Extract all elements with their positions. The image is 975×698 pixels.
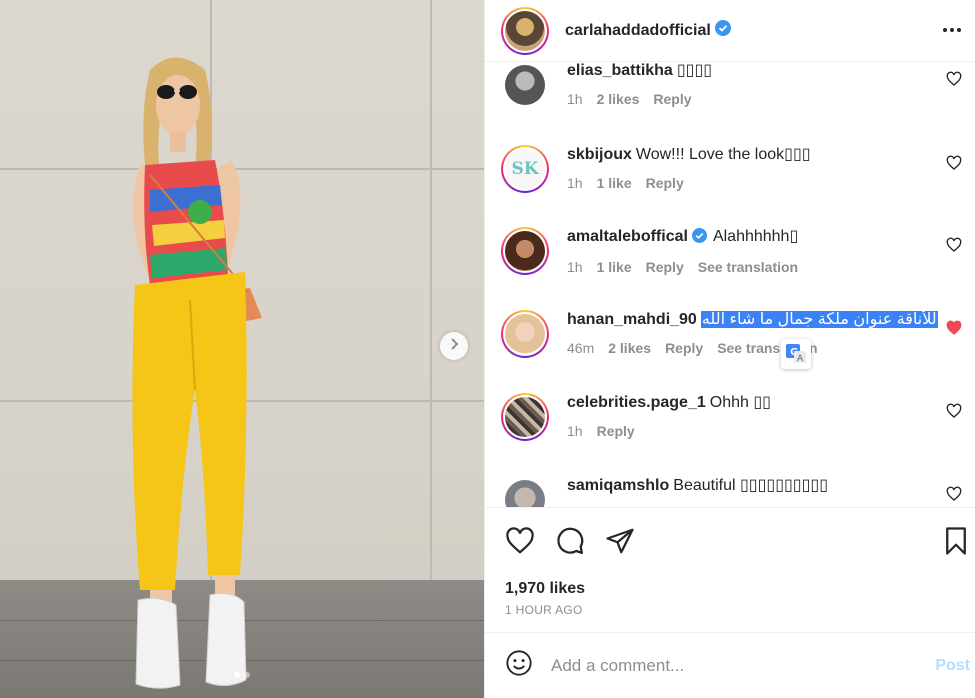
translate-icon[interactable]: GA [781, 339, 811, 369]
comment-username[interactable]: hanan_mahdi_90 [567, 311, 697, 328]
more-icon[interactable] [940, 18, 964, 42]
carousel-dot-active [234, 672, 240, 678]
comment-item: SK skbijoux Wow!!! Love the look▯▯▯ 1h 1 … [501, 145, 975, 205]
commenter-avatar[interactable] [501, 227, 549, 275]
heart-icon[interactable] [946, 71, 962, 87]
verified-icon [714, 20, 731, 41]
comment-time: 1h [567, 91, 583, 107]
comment-item: hanan_mahdi_90 للأناقة عنوان ملكة جمال ما… [501, 310, 975, 370]
heart-icon[interactable] [505, 526, 535, 556]
post-button[interactable]: Post [935, 657, 970, 675]
carousel-indicator [0, 672, 484, 678]
like-count[interactable]: 1,970 likes [505, 580, 585, 598]
comment-time: 1h [567, 259, 583, 275]
commenter-avatar[interactable] [501, 476, 549, 507]
comment-time: 1h [567, 423, 583, 439]
post-photo[interactable] [0, 0, 484, 698]
comment-item: amaltaleboffical Alahhhhhh▯ 1h 1 like Rep… [501, 227, 975, 287]
comment-input[interactable] [551, 655, 911, 676]
svg-text:A: A [797, 354, 804, 364]
comment-username[interactable]: amaltaleboffical [567, 228, 688, 245]
commenter-avatar[interactable] [501, 310, 549, 358]
model-figure [132, 57, 262, 689]
carousel-dot [244, 672, 250, 678]
reply-button[interactable]: Reply [646, 259, 684, 275]
comment-likes[interactable]: 2 likes [608, 340, 651, 356]
heart-icon[interactable] [946, 486, 962, 502]
comment-composer: Post [485, 632, 975, 698]
comment-text: Wow!!! Love the look▯▯▯ [635, 146, 811, 163]
author-avatar[interactable] [501, 6, 549, 55]
post-actions: 1,970 likes 1 HOUR AGO [485, 507, 975, 632]
heart-icon[interactable] [946, 403, 962, 419]
comment-text: Alahhhhhh▯ [712, 228, 799, 245]
commenter-avatar[interactable]: SK [501, 145, 549, 193]
comment-item: celebrities.page_1 Ohhh ▯▯ 1h Reply [501, 393, 975, 453]
comment-username[interactable]: samiqamshlo [567, 477, 669, 494]
comment-text: Ohhh ▯▯ [709, 394, 771, 411]
bookmark-icon[interactable] [941, 526, 971, 556]
share-icon[interactable] [605, 526, 635, 556]
comment-text: ▯▯▯▯ [676, 63, 713, 79]
comment-username[interactable]: celebrities.page_1 [567, 394, 706, 411]
heart-icon-liked[interactable] [946, 320, 962, 336]
comment-likes[interactable]: 1 like [597, 259, 632, 275]
comment-username[interactable]: skbijoux [567, 146, 632, 163]
comment-text: للأناقة عنوان ملكة جمال ما شاء الله [700, 311, 938, 328]
comment-username[interactable]: elias_battikha [567, 63, 673, 79]
comment-likes[interactable]: 1 like [597, 175, 632, 191]
chevron-right-icon [448, 337, 460, 355]
heart-icon[interactable] [946, 155, 962, 171]
reply-button[interactable]: Reply [597, 423, 635, 439]
reply-button[interactable]: Reply [653, 91, 691, 107]
comments-list[interactable]: elias_battikha ▯▯▯▯ 1h 2 likes Reply SK s… [485, 63, 975, 507]
comment-item: samiqamshlo Beautiful ▯▯▯▯▯▯▯▯▯▯ [501, 476, 975, 507]
post-header: carlahaddadofficial [485, 0, 975, 62]
verified-icon [691, 228, 707, 249]
comment-icon[interactable] [555, 526, 585, 556]
carousel-next-button[interactable] [440, 332, 468, 360]
emoji-icon[interactable] [505, 649, 533, 682]
reply-button[interactable]: Reply [646, 175, 684, 191]
see-translation-link[interactable]: See translation [698, 259, 798, 275]
post-side-panel: carlahaddadofficial elias_battikha ▯▯▯▯ 1… [484, 0, 975, 698]
comment-time: 46m [567, 340, 595, 356]
heart-icon[interactable] [946, 237, 962, 253]
comment-text: Beautiful ▯▯▯▯▯▯▯▯▯▯ [673, 477, 829, 494]
commenter-avatar[interactable] [501, 63, 549, 109]
post-timestamp: 1 HOUR AGO [505, 603, 583, 617]
comment-item: elias_battikha ▯▯▯▯ 1h 2 likes Reply [501, 63, 975, 121]
skbijoux-logo: SK [505, 149, 545, 189]
author-username[interactable]: carlahaddadofficial [565, 22, 711, 40]
comment-time: 1h [567, 175, 583, 191]
commenter-avatar[interactable] [501, 393, 549, 441]
comment-likes[interactable]: 2 likes [597, 91, 640, 107]
reply-button[interactable]: Reply [665, 340, 703, 356]
